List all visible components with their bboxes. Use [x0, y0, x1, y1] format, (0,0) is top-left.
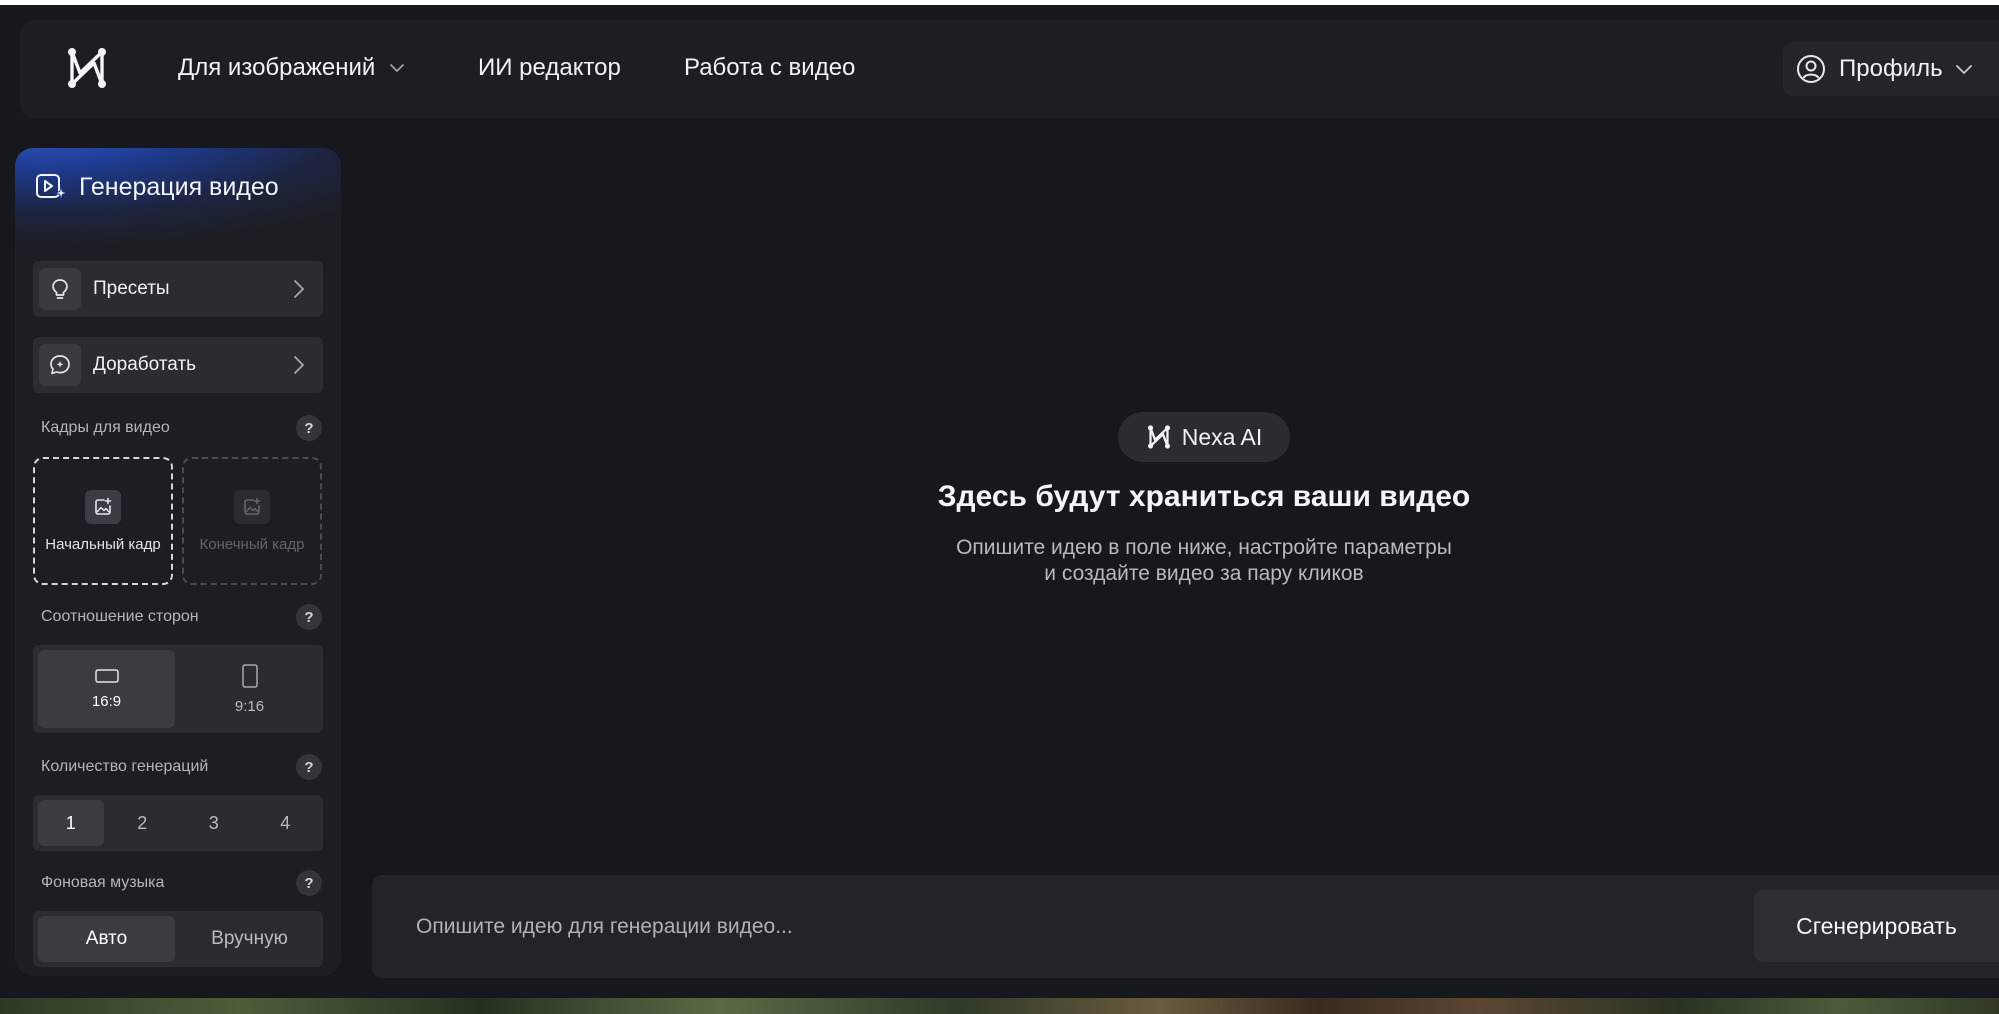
nav-video-work[interactable]: Работа с видео	[684, 53, 855, 83]
portrait-frame-icon	[241, 663, 258, 688]
refine-button[interactable]: Доработать	[33, 337, 323, 393]
landscape-frame-icon	[94, 668, 119, 683]
aspect-option-9-16[interactable]: 9:16	[181, 650, 318, 728]
aspect-option-label: 16:9	[91, 692, 122, 710]
panel-header: Генерация видео	[15, 148, 341, 248]
music-section-label: Фоновая музыка	[41, 874, 165, 891]
nav-ai-editor[interactable]: ИИ редактор	[478, 53, 621, 83]
end-frame-upload[interactable]: Конечный кадр	[182, 457, 322, 585]
start-frame-upload[interactable]: Начальный кадр	[33, 457, 173, 585]
video-sparkle-icon	[36, 174, 67, 201]
generate-button[interactable]: Сгенерировать	[1754, 890, 1999, 962]
prompt-bar: Сгенерировать	[372, 875, 1999, 978]
empty-state-line: и создайте видео за пару кликов	[1044, 562, 1364, 585]
image-add-icon	[234, 489, 270, 524]
count-option-1[interactable]: 1	[38, 800, 104, 846]
panel-title-text: Генерация видео	[79, 172, 279, 201]
background-music-selector: Авто Вручную	[33, 911, 323, 967]
app-window: Для изображений ИИ редактор Работа с вид…	[0, 5, 1999, 998]
empty-state-line: Опишите идею в поле ниже, настройте пара…	[956, 536, 1452, 559]
brand-badge-label: Nexa AI	[1181, 423, 1263, 450]
count-option-4[interactable]: 4	[253, 800, 319, 846]
music-option-auto[interactable]: Авто	[38, 916, 175, 962]
end-frame-label: Конечный кадр	[199, 535, 305, 553]
nav-video-work-label: Работа с видео	[684, 54, 856, 81]
chevron-right-icon	[294, 356, 304, 374]
empty-state-title: Здесь будут храниться ваши видео	[937, 480, 1471, 513]
start-frame-label: Начальный кадр	[45, 535, 161, 553]
frames-section-label: Кадры для видео	[41, 419, 170, 436]
presets-button[interactable]: Пресеты	[33, 261, 323, 317]
refine-icon-box	[39, 344, 81, 386]
panel-title: Генерация видео	[35, 172, 279, 202]
presets-icon-box	[39, 268, 81, 310]
count-option-2[interactable]: 2	[110, 800, 176, 846]
count-help-icon[interactable]: ?	[296, 754, 322, 780]
chevron-right-icon	[294, 280, 304, 298]
nexa-logo-icon	[1147, 425, 1170, 449]
count-option-3[interactable]: 3	[181, 800, 247, 846]
profile-label: Профиль	[1839, 55, 1943, 82]
nav-for-images[interactable]: Для изображений	[178, 53, 405, 83]
profile-button[interactable]: Профиль	[1783, 42, 1999, 96]
top-bar: Для изображений ИИ редактор Работа с вид…	[20, 20, 1999, 118]
frames-help-icon[interactable]: ?	[296, 415, 322, 441]
count-section-label: Количество генераций	[41, 758, 209, 775]
music-help-icon[interactable]: ?	[296, 870, 322, 896]
video-generation-panel: Генерация видео Пресеты Доработать Кадры…	[15, 148, 341, 976]
nav-ai-editor-label: ИИ редактор	[478, 54, 621, 81]
brand-badge: Nexa AI	[1118, 412, 1290, 462]
aspect-ratio-selector: 16:9 9:16	[33, 645, 323, 733]
image-add-icon	[85, 489, 121, 524]
nav-for-images-label: Для изображений	[178, 54, 376, 81]
aspect-option-16-9[interactable]: 16:9	[38, 650, 175, 728]
aspect-help-icon[interactable]: ?	[296, 604, 322, 630]
chevron-down-icon	[390, 64, 405, 72]
prompt-input[interactable]	[416, 905, 1516, 949]
aspect-section-label: Соотношение сторон	[41, 608, 199, 625]
music-option-manual[interactable]: Вручную	[181, 916, 318, 962]
aspect-option-label: 9:16	[234, 697, 265, 715]
generation-count-selector: 1 2 3 4	[33, 795, 323, 851]
nexa-logo-icon[interactable]	[64, 45, 110, 91]
lightbulb-icon	[52, 279, 68, 299]
chevron-down-icon	[1955, 64, 1972, 74]
empty-state-description: Опишите идею в поле ниже, настройте пара…	[600, 535, 1808, 587]
background-photo-strip	[0, 998, 1999, 1014]
refine-label: Доработать	[93, 354, 197, 375]
user-circle-icon	[1797, 55, 1825, 83]
chat-sparkle-icon	[50, 355, 70, 375]
presets-label: Пресеты	[93, 278, 170, 299]
